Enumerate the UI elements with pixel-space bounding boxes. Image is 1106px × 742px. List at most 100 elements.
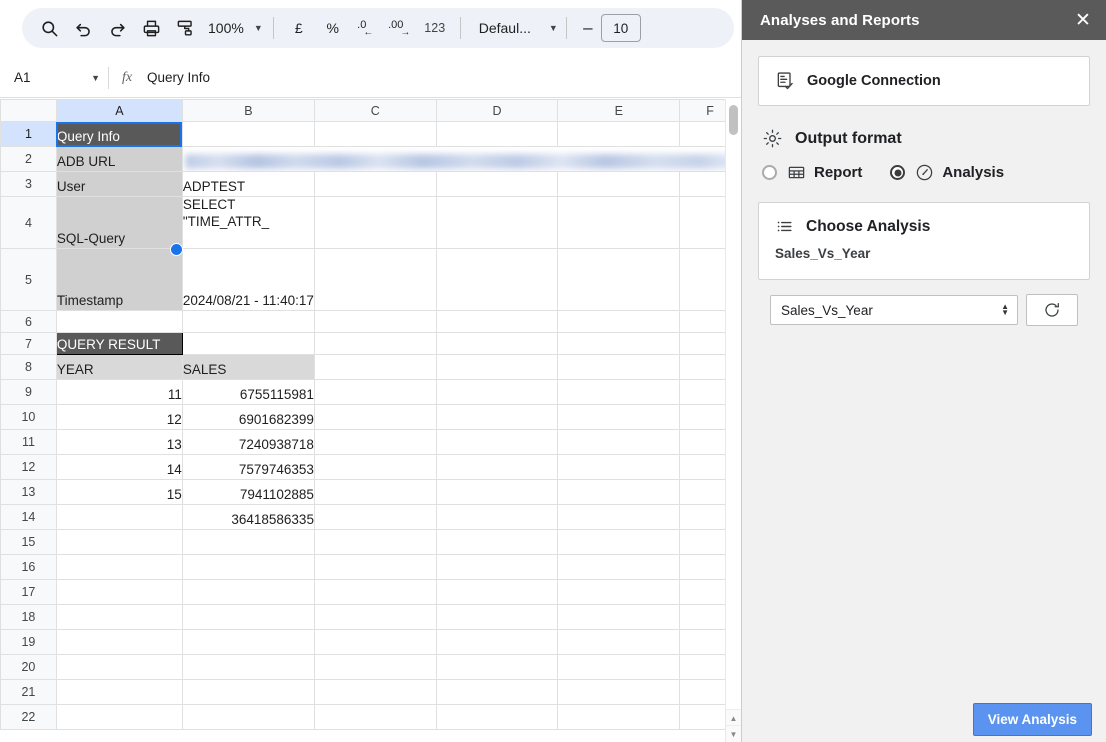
cell-D13[interactable]: [435, 479, 559, 505]
row-header-18[interactable]: 18: [0, 604, 57, 630]
column-header-e[interactable]: E: [557, 99, 681, 122]
row-header-13[interactable]: 13: [0, 479, 57, 505]
row-header-19[interactable]: 19: [0, 629, 57, 655]
scroll-down-arrow-icon[interactable]: ▼: [726, 725, 741, 742]
cell-D10[interactable]: [435, 404, 559, 430]
cell-C20[interactable]: [313, 654, 437, 680]
cell-B13[interactable]: 7941102885: [181, 479, 315, 505]
cell-E17[interactable]: [557, 579, 681, 605]
font-family-dropdown[interactable]: Defaul... ▼: [469, 20, 558, 36]
cell-A16[interactable]: [55, 554, 183, 580]
cell-E3[interactable]: [557, 171, 681, 197]
cell-D7[interactable]: [435, 332, 559, 355]
cell-A11[interactable]: 13: [55, 429, 183, 455]
cell-D19[interactable]: [435, 629, 559, 655]
cell-E9[interactable]: [557, 379, 681, 405]
cell-E19[interactable]: [557, 629, 681, 655]
cell-B10[interactable]: 6901682399: [181, 404, 315, 430]
cell-C1[interactable]: [313, 121, 437, 147]
cell-B2[interactable]: [181, 146, 741, 172]
select-all-corner[interactable]: [0, 99, 57, 122]
row-header-14[interactable]: 14: [0, 504, 57, 530]
radio-option-report[interactable]: Report: [762, 163, 862, 182]
cell-E21[interactable]: [557, 679, 681, 705]
cell-A15[interactable]: [55, 529, 183, 555]
increase-decimal-button[interactable]: .00 →: [384, 13, 418, 43]
cell-A7[interactable]: QUERY RESULT: [55, 332, 183, 355]
cell-E7[interactable]: [557, 332, 681, 355]
formula-input[interactable]: Query Info: [145, 70, 741, 85]
cell-A3[interactable]: User: [55, 171, 183, 197]
cell-B3[interactable]: ADPTEST: [181, 171, 315, 197]
row-header-9[interactable]: 9: [0, 379, 57, 405]
radio-option-analysis[interactable]: Analysis: [890, 163, 1004, 182]
row-header-5[interactable]: 5: [0, 248, 57, 311]
cell-A21[interactable]: [55, 679, 183, 705]
vertical-scrollbar[interactable]: ▲ ▼: [725, 99, 741, 742]
cell-A18[interactable]: [55, 604, 183, 630]
row-header-8[interactable]: 8: [0, 354, 57, 380]
cell-A5[interactable]: Timestamp: [55, 248, 183, 311]
cell-D22[interactable]: [435, 704, 559, 730]
cell-C4[interactable]: [313, 196, 437, 249]
cell-D16[interactable]: [435, 554, 559, 580]
cell-E1[interactable]: [557, 121, 681, 147]
cell-A8[interactable]: YEAR: [55, 354, 183, 380]
cell-C8[interactable]: [313, 354, 437, 380]
cell-A19[interactable]: [55, 629, 183, 655]
cell-D20[interactable]: [435, 654, 559, 680]
cell-D8[interactable]: [435, 354, 559, 380]
cell-D5[interactable]: [435, 248, 559, 311]
row-header-20[interactable]: 20: [0, 654, 57, 680]
cell-A6[interactable]: [55, 310, 183, 333]
cell-D15[interactable]: [435, 529, 559, 555]
cell-E5[interactable]: [557, 248, 681, 311]
print-icon[interactable]: [134, 13, 168, 43]
cell-B8[interactable]: SALES: [181, 354, 315, 380]
cell-E20[interactable]: [557, 654, 681, 680]
cell-D9[interactable]: [435, 379, 559, 405]
cell-E6[interactable]: [557, 310, 681, 333]
close-icon[interactable]: ✕: [1066, 3, 1100, 37]
cell-E4[interactable]: [557, 196, 681, 249]
row-header-10[interactable]: 10: [0, 404, 57, 430]
refresh-icon[interactable]: [1026, 294, 1078, 326]
cell-A20[interactable]: [55, 654, 183, 680]
cell-E18[interactable]: [557, 604, 681, 630]
scrollbar-thumb[interactable]: [729, 105, 738, 135]
cell-C11[interactable]: [313, 429, 437, 455]
cell-B18[interactable]: [181, 604, 315, 630]
cell-D1[interactable]: [435, 121, 559, 147]
cell-B17[interactable]: [181, 579, 315, 605]
cell-C7[interactable]: [313, 332, 437, 355]
view-analysis-button[interactable]: View Analysis: [972, 703, 1092, 736]
cell-D11[interactable]: [435, 429, 559, 455]
cell-C10[interactable]: [313, 404, 437, 430]
cell-E13[interactable]: [557, 479, 681, 505]
cell-A13[interactable]: 15: [55, 479, 183, 505]
row-header-3[interactable]: 3: [0, 171, 57, 197]
row-header-12[interactable]: 12: [0, 454, 57, 480]
radio-report[interactable]: [762, 165, 777, 180]
row-header-17[interactable]: 17: [0, 579, 57, 605]
cell-B11[interactable]: 7240938718: [181, 429, 315, 455]
cell-B20[interactable]: [181, 654, 315, 680]
cell-C13[interactable]: [313, 479, 437, 505]
cell-C19[interactable]: [313, 629, 437, 655]
cell-A10[interactable]: 12: [55, 404, 183, 430]
cell-C18[interactable]: [313, 604, 437, 630]
cell-B19[interactable]: [181, 629, 315, 655]
row-header-15[interactable]: 15: [0, 529, 57, 555]
cell-C14[interactable]: [313, 504, 437, 530]
cell-C12[interactable]: [313, 454, 437, 480]
font-size-input[interactable]: 10: [600, 14, 641, 42]
cell-A4[interactable]: SQL-Query: [55, 196, 183, 249]
cell-B7[interactable]: [181, 332, 315, 355]
currency-format-button[interactable]: £: [282, 13, 316, 43]
cell-B16[interactable]: [181, 554, 315, 580]
cell-C16[interactable]: [313, 554, 437, 580]
cell-B14[interactable]: 36418586335: [181, 504, 315, 530]
cell-C6[interactable]: [313, 310, 437, 333]
row-header-22[interactable]: 22: [0, 704, 57, 730]
cell-B21[interactable]: [181, 679, 315, 705]
